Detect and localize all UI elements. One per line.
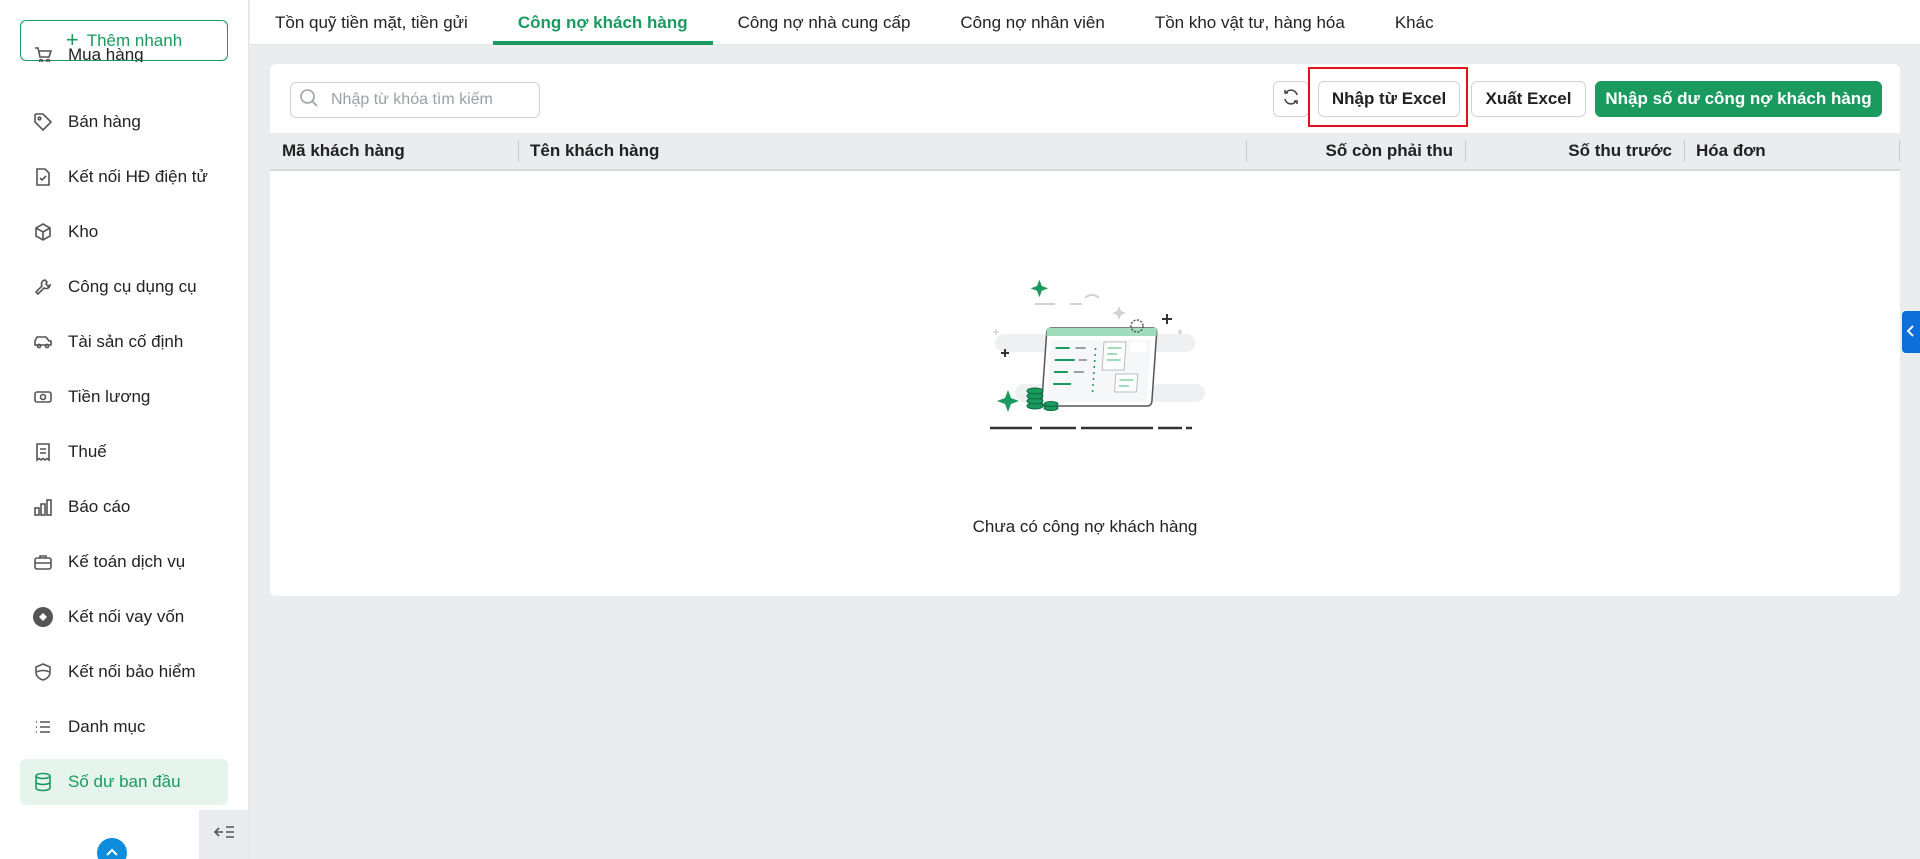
column-header-ten-khach-hang[interactable]: Tên khách hàng xyxy=(518,133,1246,169)
search-input[interactable] xyxy=(331,91,521,109)
column-header-hoa-don[interactable]: Hóa đơn xyxy=(1684,133,1900,169)
sidebar-item-ket-noi-vay-von[interactable]: Kết nối vay vốn xyxy=(20,589,228,644)
e-invoice-icon xyxy=(32,166,54,188)
sidebar-item-so-du-ban-dau[interactable]: Số dư ban đầu xyxy=(20,759,228,805)
customer-debt-panel: Nhập từ Excel Xuất Excel Nhập số dư công… xyxy=(270,64,1900,596)
refresh-button[interactable] xyxy=(1273,81,1309,117)
sidebar-item-label: Tài sản cố định xyxy=(68,331,184,351)
empty-state-illustration xyxy=(990,279,1205,430)
tag-icon xyxy=(32,111,54,133)
receipt-icon xyxy=(32,441,54,463)
tab-cong-no-nhan-vien[interactable]: Công nợ nhân viên xyxy=(935,0,1129,45)
tools-icon xyxy=(32,276,54,298)
sidebar-menu: Mua hàng Bán hàng Kết nối HĐ điện tử Kho… xyxy=(20,44,228,805)
sidebar-item-ket-noi-bao-hiem[interactable]: Kết nối bảo hiểm xyxy=(20,644,228,699)
sidebar-item-label: Kho xyxy=(68,221,99,241)
search-box xyxy=(290,82,540,118)
tab-cong-no-nha-cung-cap[interactable]: Công nợ nhà cung cấp xyxy=(713,0,936,45)
collapse-menu-icon xyxy=(213,825,235,844)
sidebar-item-label: Công cụ dụng cụ xyxy=(68,276,197,296)
sidebar-item-label: Báo cáo xyxy=(68,496,131,516)
column-header-ma-khach-hang[interactable]: Mã khách hàng xyxy=(270,133,518,169)
list-icon xyxy=(32,716,54,738)
sidebar-item-kho[interactable]: Kho xyxy=(20,204,228,259)
sidebar-item-label: Thuế xyxy=(68,441,107,461)
table-header: Mã khách hàng Tên khách hàng Số còn phải… xyxy=(270,133,1900,171)
scroll-up-button[interactable] xyxy=(97,838,127,859)
column-header-so-thu-truoc[interactable]: Số thu trước xyxy=(1465,133,1684,169)
menu-fade xyxy=(0,62,248,78)
briefcase-icon xyxy=(32,551,54,573)
sidebar-item-label: Số dư ban đầu xyxy=(68,772,181,791)
sidebar: + Thêm nhanh Mua hàng Bán hàng Kết nối H… xyxy=(0,0,249,859)
database-icon xyxy=(32,771,54,793)
sidebar-item-label: Kết nối vay vốn xyxy=(68,606,185,626)
sidebar-item-tien-luong[interactable]: Tiền lương xyxy=(20,369,228,424)
car-icon xyxy=(32,331,54,353)
side-panel-toggle[interactable] xyxy=(1902,311,1920,353)
import-excel-button[interactable]: Nhập từ Excel xyxy=(1318,81,1460,117)
export-excel-button[interactable]: Xuất Excel xyxy=(1471,81,1586,117)
column-header-so-con-phai-thu[interactable]: Số còn phải thu xyxy=(1246,133,1465,169)
empty-state-message: Chưa có công nợ khách hàng xyxy=(972,517,1198,536)
collapse-sidebar-button[interactable] xyxy=(199,810,248,859)
sidebar-item-label: Bán hàng xyxy=(68,111,141,131)
box-icon xyxy=(32,221,54,243)
refresh-icon xyxy=(1282,88,1300,111)
sidebar-item-ban-hang[interactable]: Bán hàng xyxy=(20,94,228,149)
tab-bar: Tồn quỹ tiền mặt, tiền gửi Công nợ khách… xyxy=(250,0,1920,45)
sidebar-item-ke-toan-dich-vu[interactable]: Kế toán dịch vụ xyxy=(20,534,228,589)
sidebar-item-bao-cao[interactable]: Báo cáo xyxy=(20,479,228,534)
sidebar-item-label: Kế toán dịch vụ xyxy=(68,551,186,571)
chevron-left-icon xyxy=(1906,324,1915,340)
sidebar-item-tai-san[interactable]: Tài sản cố định xyxy=(20,314,228,369)
shield-icon xyxy=(32,661,54,683)
bar-chart-icon xyxy=(32,496,54,518)
sidebar-item-ket-noi-hd[interactable]: Kết nối HĐ điện tử xyxy=(20,149,228,204)
tab-ton-kho[interactable]: Tồn kho vật tư, hàng hóa xyxy=(1130,0,1370,45)
sidebar-item-label: Danh mục xyxy=(68,716,146,736)
tab-cong-no-khach-hang[interactable]: Công nợ khách hàng xyxy=(492,0,713,45)
money-icon xyxy=(32,386,54,408)
sidebar-item-thue[interactable]: Thuế xyxy=(20,424,228,479)
sidebar-item-label: Tiền lương xyxy=(68,386,151,406)
loan-icon xyxy=(32,606,54,628)
sidebar-item-danh-muc[interactable]: Danh mục xyxy=(20,699,228,754)
sidebar-item-label: Kết nối bảo hiểm xyxy=(68,661,196,681)
add-opening-balance-button[interactable]: Nhập số dư công nợ khách hàng xyxy=(1595,81,1882,117)
chevron-up-icon xyxy=(106,843,118,859)
tab-khac[interactable]: Khác xyxy=(1370,0,1459,45)
search-icon xyxy=(299,88,319,113)
sidebar-item-cong-cu[interactable]: Công cụ dụng cụ xyxy=(20,259,228,314)
tab-ton-quy[interactable]: Tồn quỹ tiền mặt, tiền gửi xyxy=(250,0,493,45)
sidebar-item-label: Kết nối HĐ điện tử xyxy=(68,166,208,186)
